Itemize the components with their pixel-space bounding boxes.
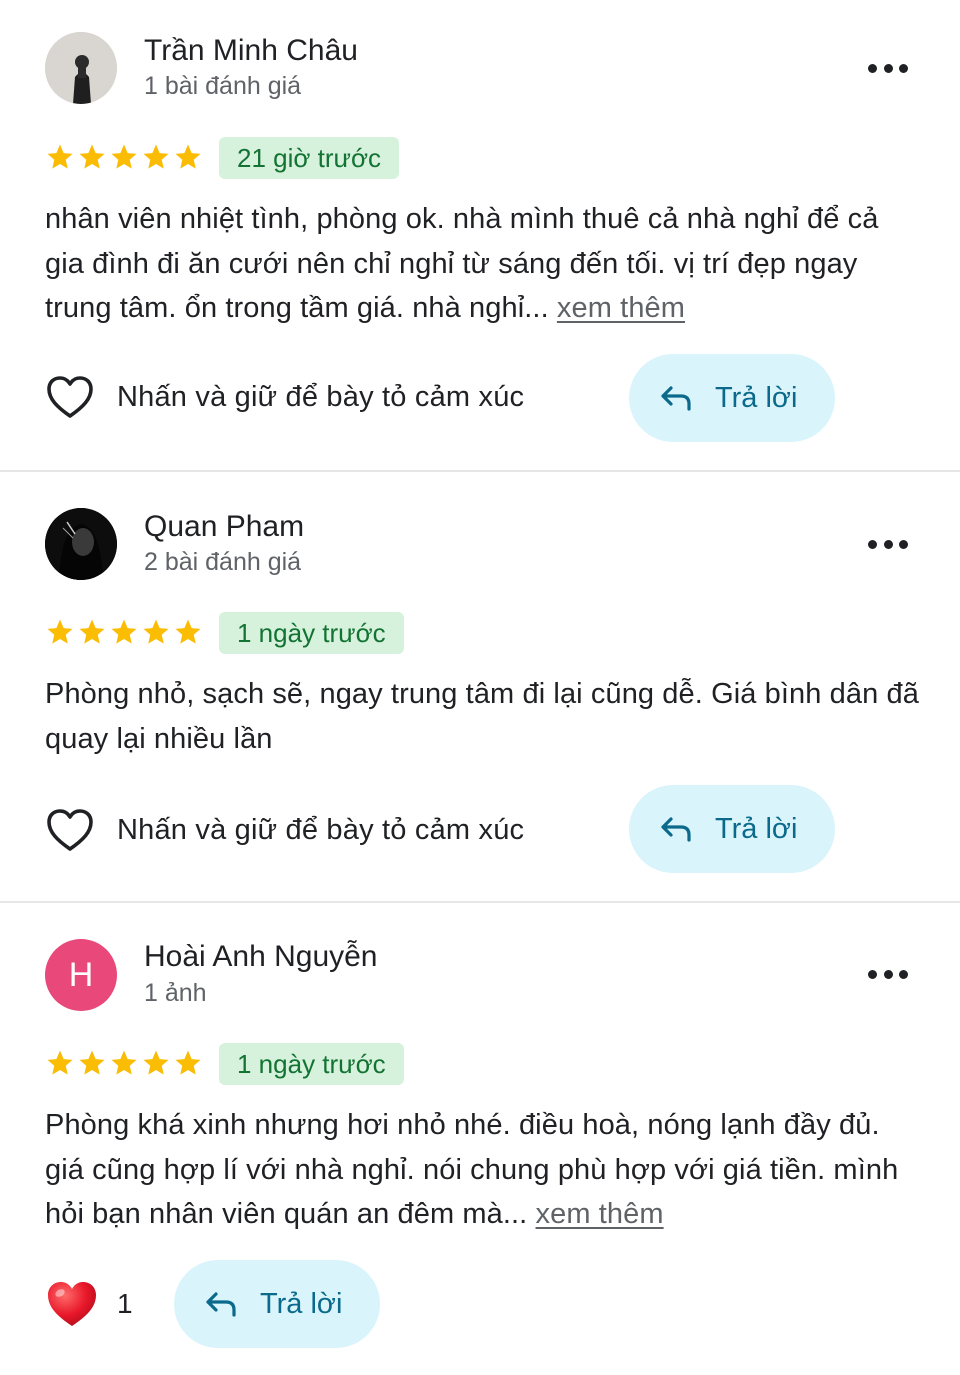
reply-label: Trả lời <box>260 1287 343 1320</box>
time-badge: 21 giờ trước <box>219 137 399 179</box>
see-more-link[interactable]: xem thêm <box>557 292 685 324</box>
review-card: Quan Pham 2 bài đánh giá 1 ngày trước Ph… <box>0 472 960 902</box>
avatar[interactable]: H <box>45 939 117 1011</box>
react-button[interactable]: Nhấn và giữ để bày tỏ cảm xúc <box>45 807 524 853</box>
time-badge: 1 ngày trước <box>219 1043 404 1085</box>
author-name[interactable]: Hoài Anh Nguyễn <box>144 940 378 974</box>
reply-arrow-icon <box>661 386 691 411</box>
star-rating <box>45 1048 203 1082</box>
review-text: nhân viên nhiệt tình, phòng ok. nhà mình… <box>45 197 925 331</box>
like-count: 1 <box>117 1288 133 1319</box>
star-icon <box>79 619 105 644</box>
more-options-icon[interactable] <box>868 967 908 981</box>
more-options-icon[interactable] <box>868 61 908 75</box>
react-button[interactable]: Nhấn và giữ để bày tỏ cảm xúc <box>45 374 524 420</box>
time-badge: 1 ngày trước <box>219 612 404 654</box>
star-icon <box>47 144 73 169</box>
reply-button[interactable]: Trả lời <box>629 785 835 873</box>
avatar[interactable] <box>45 508 117 580</box>
author-review-count: 2 bài đánh giá <box>144 548 302 576</box>
star-icon <box>175 619 201 644</box>
react-label: Nhấn và giữ để bày tỏ cảm xúc <box>117 813 525 846</box>
star-icon <box>143 1050 169 1075</box>
avatar[interactable] <box>45 32 117 104</box>
star-icon <box>47 1050 73 1075</box>
star-icon <box>175 1050 201 1075</box>
author-photo-count: 1 ảnh <box>144 979 207 1007</box>
more-options-icon[interactable] <box>868 537 908 551</box>
heart-outline-icon <box>47 376 93 418</box>
review-text-content: Phòng khá xinh nhưng hơi nhỏ nhé. điều h… <box>45 1109 899 1230</box>
star-rating <box>45 617 203 651</box>
star-icon <box>175 144 201 169</box>
reply-arrow-icon <box>206 1292 236 1317</box>
review-text-content: Phòng nhỏ, sạch sẽ, ngay trung tâm đi lạ… <box>45 678 919 755</box>
star-icon <box>111 619 137 644</box>
review-text: Phòng nhỏ, sạch sẽ, ngay trung tâm đi lạ… <box>45 672 925 761</box>
heart-outline-icon <box>47 809 93 851</box>
reply-label: Trả lời <box>715 812 798 845</box>
reply-label: Trả lời <box>715 381 798 414</box>
star-icon <box>143 144 169 169</box>
react-button[interactable]: 1 <box>45 1279 133 1329</box>
reply-button[interactable]: Trả lời <box>629 354 835 442</box>
review-card: H Hoài Anh Nguyễn 1 ảnh 1 ngày trước Phò… <box>0 903 960 1375</box>
star-icon <box>47 619 73 644</box>
author-review-count: 1 bài đánh giá <box>144 72 302 100</box>
heart-filled-icon <box>48 1282 96 1326</box>
star-icon <box>143 619 169 644</box>
review-text-content: nhân viên nhiệt tình, phòng ok. nhà mình… <box>45 203 879 324</box>
star-icon <box>111 1050 137 1075</box>
star-icon <box>79 1050 105 1075</box>
see-more-link[interactable]: xem thêm <box>536 1198 664 1230</box>
star-rating <box>45 142 203 176</box>
review-card: Trần Minh Châu 1 bài đánh giá 21 giờ trư… <box>0 0 960 470</box>
author-name[interactable]: Quan Pham <box>144 510 304 544</box>
react-label: Nhấn và giữ để bày tỏ cảm xúc <box>117 380 525 413</box>
reply-button[interactable]: Trả lời <box>174 1260 380 1348</box>
reply-arrow-icon <box>661 817 691 842</box>
author-name[interactable]: Trần Minh Châu <box>144 34 358 68</box>
star-icon <box>79 144 105 169</box>
review-text: Phòng khá xinh nhưng hơi nhỏ nhé. điều h… <box>45 1103 925 1237</box>
star-icon <box>111 144 137 169</box>
